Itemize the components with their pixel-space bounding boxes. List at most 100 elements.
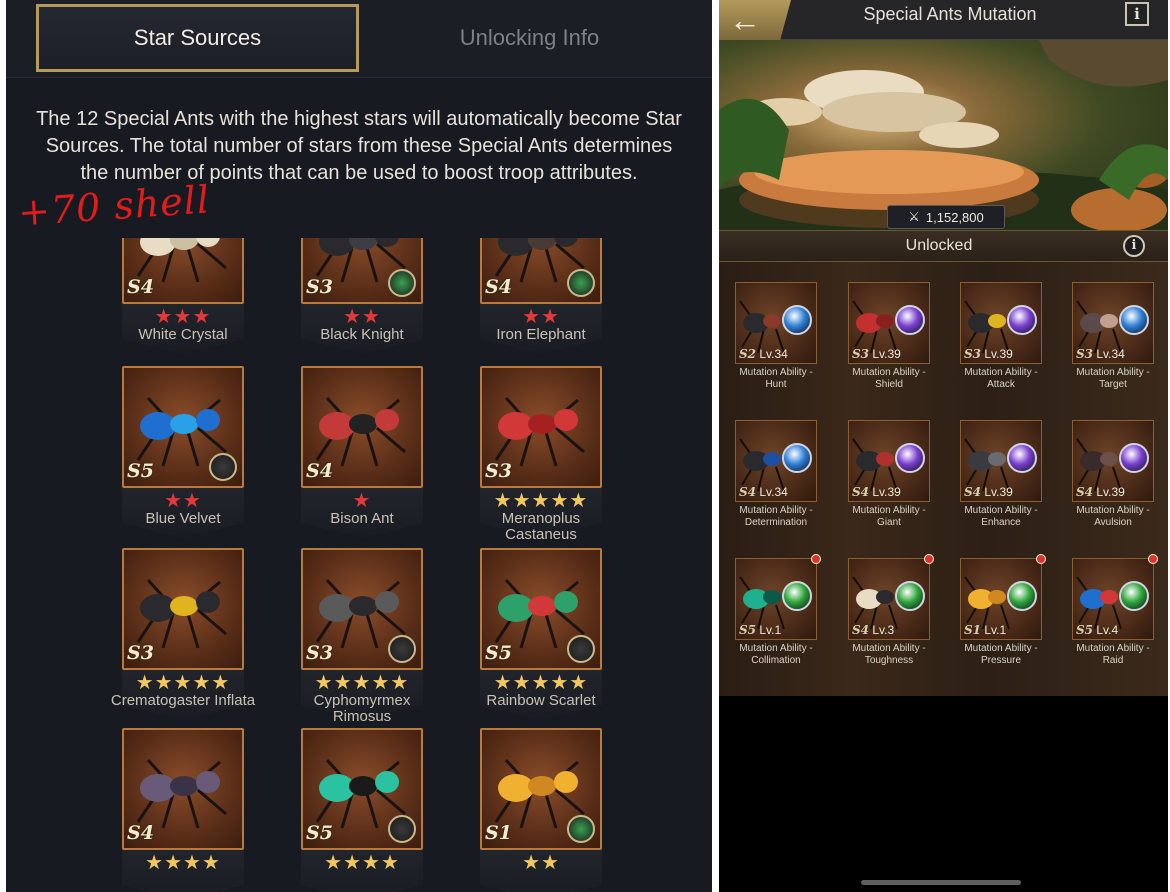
- star-icon: ★: [192, 672, 212, 694]
- back-button[interactable]: ←: [719, 0, 791, 40]
- level-value: Lv.34: [759, 347, 788, 361]
- grade-badge: S5: [1076, 623, 1094, 637]
- grade-badge: S5: [485, 642, 512, 664]
- ant-portrait: S3: [301, 548, 423, 670]
- mutation-orb-icon: [1119, 581, 1149, 611]
- star-rating: ★★: [297, 306, 427, 328]
- grade-badge: S3: [485, 460, 512, 482]
- mutation-portrait: S3 Lv.34: [1072, 282, 1154, 364]
- grade-badge: S5: [306, 822, 333, 844]
- star-icon: ★: [324, 852, 344, 874]
- mushroom-banner: [719, 40, 1168, 230]
- mutation-portrait: S5 Lv.1: [735, 558, 817, 640]
- mutation-orb-icon: [895, 581, 925, 611]
- level-label: S2 Lv.34: [739, 347, 788, 361]
- star-rating: ★: [297, 490, 427, 512]
- level-value: Lv.1: [984, 623, 1007, 637]
- star-icon: ★: [380, 852, 400, 874]
- skill-icon: [567, 635, 595, 663]
- grade-badge: S3: [306, 276, 333, 298]
- power-value: 1,152,800: [925, 209, 984, 225]
- grade-badge: S4: [127, 276, 154, 298]
- skill-icon: [567, 815, 595, 843]
- star-icon: ★: [192, 306, 212, 328]
- skill-icon: [388, 815, 416, 843]
- mutation-portrait: S1 Lv.1: [960, 558, 1042, 640]
- mutation-orb-icon: [895, 443, 925, 473]
- mushroom-illustration: [719, 40, 1168, 230]
- mutation-portrait: S4 Lv.39: [960, 420, 1042, 502]
- tab-star-sources[interactable]: Star Sources: [36, 4, 359, 72]
- level-label: S1 Lv.1: [964, 623, 1006, 637]
- grade-badge: S2: [739, 347, 757, 361]
- info-button[interactable]: i: [1125, 2, 1149, 26]
- ant-name: Blue Velvet: [145, 510, 221, 527]
- mutation-portrait: S4 Lv.39: [1072, 420, 1154, 502]
- star-icon: ★: [512, 672, 532, 694]
- skill-icon: [209, 453, 237, 481]
- star-icon: ★: [343, 306, 362, 328]
- ant-name: Crematogaster Inflata: [110, 692, 256, 709]
- grade-badge: S4: [852, 623, 870, 637]
- notification-dot: [811, 554, 821, 564]
- mutation-orb-icon: [782, 581, 812, 611]
- status-bar: Unlocked i: [719, 230, 1168, 262]
- star-rating: ★★★★★: [476, 490, 606, 512]
- mutation-portrait: S2 Lv.34: [735, 282, 817, 364]
- mutation-panel: ← Special Ants Mutation i ⚔ 1,152,800 Un…: [719, 0, 1168, 892]
- star-icon: ★: [493, 490, 513, 512]
- tab-unlocking-info[interactable]: Unlocking Info: [368, 4, 691, 72]
- star-icon: ★: [569, 490, 589, 512]
- ant-portrait: S4: [122, 728, 244, 850]
- ant-icon: [136, 758, 227, 829]
- star-icon: ★: [362, 306, 381, 328]
- star-icon: ★: [183, 852, 202, 874]
- mutation-label: Mutation Ability - Raid: [1076, 643, 1150, 666]
- ant-name: Bison Ant: [330, 510, 394, 527]
- notification-dot: [1036, 554, 1046, 564]
- grade-badge: S4: [485, 276, 512, 298]
- mutation-label: Mutation Ability - Target: [1076, 367, 1150, 390]
- ant-portrait: S5: [480, 548, 602, 670]
- star-icon: ★: [362, 852, 381, 874]
- level-label: S4 Lv.3: [852, 623, 894, 637]
- star-icon: ★: [183, 490, 202, 512]
- level-value: Lv.39: [1096, 485, 1125, 499]
- ant-portrait: S1: [480, 728, 602, 850]
- grade-badge: S3: [127, 642, 154, 664]
- page-title: Special Ants Mutation: [863, 4, 1037, 24]
- status-info-icon[interactable]: i: [1123, 235, 1145, 257]
- home-indicator: [861, 880, 1021, 885]
- star-icon: ★: [173, 306, 193, 328]
- tab-bar: Star Sources Unlocking Info: [6, 0, 712, 78]
- grade-badge: S3: [852, 347, 870, 361]
- mutation-orb-icon: [1119, 305, 1149, 335]
- ant-portrait: S4: [301, 366, 423, 488]
- crossed-swords-icon: ⚔: [908, 209, 920, 224]
- star-icon: ★: [541, 852, 560, 874]
- star-rating: ★★: [476, 852, 606, 874]
- mutation-label: Mutation Ability - Giant: [852, 505, 926, 528]
- ant-icon: [494, 396, 585, 467]
- star-icon: ★: [314, 672, 334, 694]
- mutation-orb-icon: [782, 305, 812, 335]
- ant-name: Cyphomyrmex Rimosus: [313, 692, 411, 725]
- level-label: S3 Lv.39: [852, 347, 901, 361]
- grade-badge: S1: [964, 623, 982, 637]
- mutation-orb-icon: [782, 443, 812, 473]
- skill-icon: [388, 635, 416, 663]
- grade-badge: S1: [485, 822, 512, 844]
- level-label: S4 Lv.34: [739, 485, 788, 499]
- level-value: Lv.1: [759, 623, 782, 637]
- grade-badge: S3: [1076, 347, 1094, 361]
- star-icon: ★: [531, 490, 551, 512]
- ant-icon: [315, 396, 406, 467]
- star-rating: ★★: [476, 306, 606, 328]
- grade-badge: S3: [964, 347, 982, 361]
- star-icon: ★: [390, 672, 410, 694]
- mutation-portrait: S4 Lv.34: [735, 420, 817, 502]
- level-label: S4 Lv.39: [964, 485, 1013, 499]
- star-rating: ★★: [118, 490, 248, 512]
- level-label: S3 Lv.34: [1076, 347, 1125, 361]
- star-icon: ★: [569, 672, 589, 694]
